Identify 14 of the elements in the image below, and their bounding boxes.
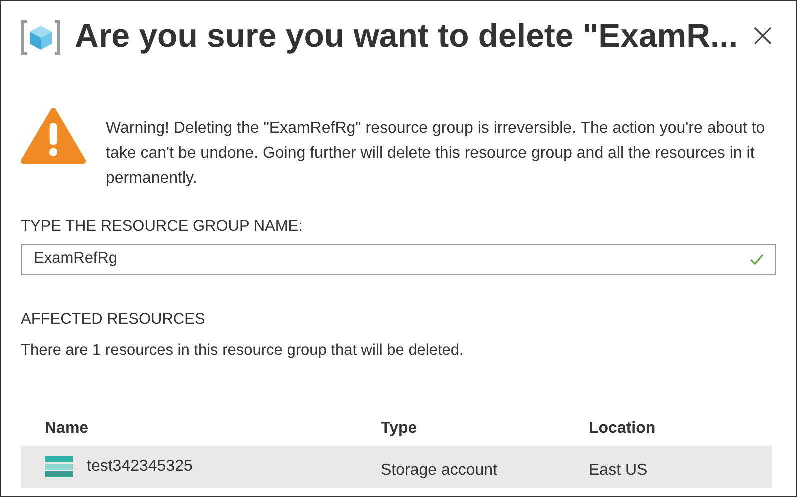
warning-message: Warning! Deleting the "ExamRefRg" resource group is irreversible. The action you're about to take can't be undone. Going further will delete this resource group and all the resources in it permanently. (106, 118, 766, 188)
column-header: Name (45, 419, 90, 440)
table-cell-text: East US (589, 461, 648, 482)
column-header: Location (589, 419, 656, 440)
column-header: Type (381, 419, 418, 440)
field-label: TYPE THE RESOURCE GROUP NAME: (21, 216, 304, 236)
table-cell-text: test342345325 (87, 457, 193, 478)
resource-row[interactable]: test342345325 Storage account East US (21, 446, 772, 488)
resource-group-name-field[interactable]: ExamRefRg (21, 244, 776, 275)
affected-summary: There are 1 resources in this resource group that will be deleted. (21, 341, 465, 361)
table-cell-text: Storage account (381, 461, 499, 482)
storage-icon (45, 456, 73, 478)
section-heading: AFFECTED RESOURCES (21, 310, 206, 330)
dialog-title: Are you sure you want to delete "ExamR... (75, 16, 739, 56)
